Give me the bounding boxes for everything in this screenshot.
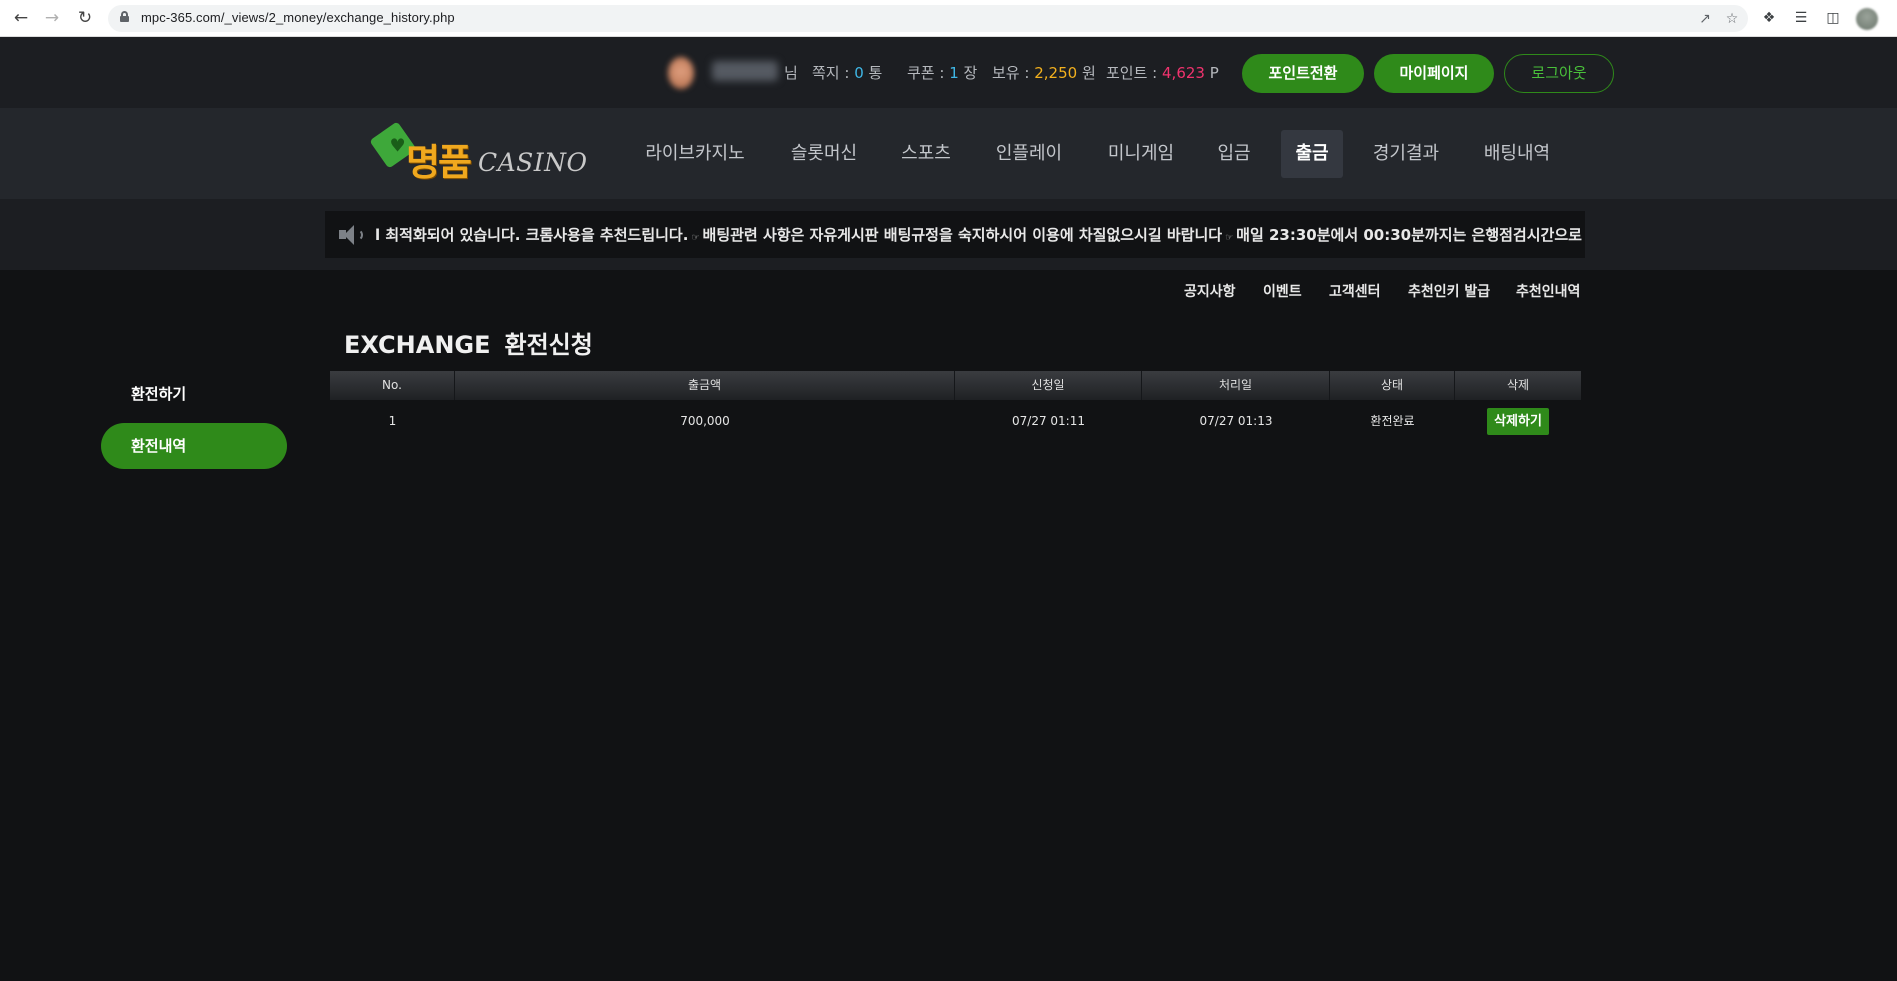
messages-label: 쪽지 : (812, 64, 850, 82)
honorific-text: 님 (784, 64, 798, 82)
nav-withdraw[interactable]: 출금 (1281, 130, 1343, 178)
sidebar-item-exchange[interactable]: 환전하기 (101, 371, 287, 417)
balance-unit: 원 (1081, 64, 1096, 82)
coupon-label: 쿠폰 : (907, 64, 945, 82)
column-header-status: 상태 (1330, 371, 1455, 400)
column-header-requested: 신청일 (955, 371, 1142, 400)
cell-processed: 07/27 01:13 (1199, 414, 1273, 428)
messages-unit: 통 (868, 64, 883, 82)
ticker-message-3: 매일 23:30분에서 00:30분까지는 은행점검시간으로 인해 환전이 (1236, 226, 1585, 244)
balance-value: 2,250 (1034, 64, 1078, 82)
link-support[interactable]: 고객센터 (1329, 281, 1381, 301)
cell-amount: 700,000 (680, 414, 730, 428)
username-blurred (712, 61, 778, 81)
hand-pointer-icon: ☞ (691, 233, 700, 243)
table-row: 1 700,000 07/27 01:11 07/27 01:13 환전완료 삭… (330, 400, 1581, 442)
star-icon[interactable]: ☆ (1722, 9, 1742, 29)
messages-count: 0 (854, 64, 864, 82)
page-title-kr: 환전신청 (504, 331, 593, 359)
user-info-bar: 님 쪽지 : 0 통 쿠폰 : 1 장 보유 : 2,250 원 포인트 : 4… (0, 37, 1897, 108)
points-info: 포인트 : 4,623 P (1106, 62, 1219, 83)
site-logo[interactable]: ♥ 명품 CASINO (369, 116, 590, 188)
nav-slot-machine[interactable]: 슬롯머신 (778, 130, 870, 178)
forward-arrow-icon[interactable]: → (40, 6, 64, 30)
browser-toolbar: ← → ↻ mpc-365.com/_views/2_money/exchang… (0, 0, 1897, 37)
extensions-icon[interactable]: ❖ (1759, 8, 1779, 28)
cell-status: 환전완료 (1370, 414, 1415, 428)
column-header-processed: 처리일 (1142, 371, 1330, 400)
nav-inplay[interactable]: 인플레이 (984, 130, 1074, 178)
notice-ticker-band: l 최적화되어 있습니다. 크롬사용을 추천드립니다. ☞ 배팅관련 사항은 자유게… (0, 199, 1897, 270)
reload-icon[interactable]: ↻ (73, 6, 97, 30)
point-convert-button[interactable]: 포인트전환 (1242, 54, 1364, 93)
nav-minigame[interactable]: 미니게임 (1096, 130, 1186, 178)
link-notice[interactable]: 공지사항 (1184, 281, 1236, 301)
cell-requested: 07/27 01:11 (1012, 414, 1085, 428)
nav-betting-history[interactable]: 배팅내역 (1470, 130, 1564, 178)
page-title-en: EXCHANGE (344, 331, 491, 359)
column-header-delete: 삭제 (1506, 378, 1530, 392)
points-value: 4,623 (1162, 64, 1205, 82)
ticker-message-2: 배팅관련 사항은 자유게시판 배팅규정을 숙지하시어 이용에 차질없으시길 바랍… (702, 226, 1223, 244)
nav-sports[interactable]: 스포츠 (890, 130, 962, 178)
logo-english-text: CASINO (478, 148, 588, 177)
main-navigation: ♥ 명품 CASINO 라이브카지노 슬롯머신 스포츠 인플레이 미니게임 입금… (0, 108, 1897, 199)
user-avatar (668, 57, 694, 89)
coupon-info[interactable]: 쿠폰 : 1 장 (907, 62, 977, 83)
cell-no: 1 (388, 414, 397, 428)
media-list-icon[interactable]: ☰ (1791, 8, 1811, 28)
link-referral-code[interactable]: 추천인키 발급 (1408, 281, 1490, 301)
hand-pointer-icon: ☞ (1225, 233, 1234, 243)
balance-info: 보유 : 2,250 원 (992, 62, 1096, 83)
back-arrow-icon[interactable]: ← (9, 6, 33, 30)
share-icon[interactable]: ↗ (1695, 9, 1715, 29)
exchange-history-table: No. 출금액 신청일 처리일 상태 삭제 1 700,000 07/27 01… (330, 371, 1581, 442)
cell-delete: 삭제하기 (1455, 400, 1581, 442)
points-label: 포인트 : (1106, 64, 1158, 82)
nav-game-results[interactable]: 경기결과 (1362, 130, 1450, 178)
link-referral-list[interactable]: 추천인내역 (1516, 281, 1580, 301)
coupon-count: 1 (949, 64, 959, 82)
page-title: EXCHANGE 환전신청 (344, 325, 593, 360)
lock-icon (120, 11, 129, 22)
column-header-amount: 출금액 (455, 371, 955, 400)
coupon-unit: 장 (963, 64, 978, 82)
column-header-no: No. (330, 371, 455, 400)
table-header: No. 출금액 신청일 처리일 상태 삭제 (330, 371, 1581, 400)
logout-button[interactable]: 로그아웃 (1504, 54, 1614, 93)
logo-korean-text: 명품 (406, 141, 472, 184)
messages-info[interactable]: 쪽지 : 0 통 (812, 62, 882, 83)
nav-deposit[interactable]: 입금 (1206, 130, 1262, 178)
ticker-message-1: l 최적화되어 있습니다. 크롬사용을 추천드립니다. (375, 226, 689, 244)
delete-button[interactable]: 삭제하기 (1487, 408, 1549, 435)
balance-label: 보유 : (992, 64, 1030, 82)
side-panel-icon[interactable]: ◫ (1823, 8, 1843, 28)
link-event[interactable]: 이벤트 (1263, 281, 1302, 301)
speaker-icon (339, 225, 365, 245)
ticker-text: l 최적화되어 있습니다. 크롬사용을 추천드립니다. ☞ 배팅관련 사항은 자유게… (375, 224, 1585, 245)
notice-ticker: l 최적화되어 있습니다. 크롬사용을 추천드립니다. ☞ 배팅관련 사항은 자유게… (325, 211, 1585, 258)
address-bar[interactable]: mpc-365.com/_views/2_money/exchange_hist… (108, 5, 1748, 32)
url-text: mpc-365.com/_views/2_money/exchange_hist… (141, 10, 455, 25)
points-unit: P (1209, 64, 1219, 82)
mypage-button[interactable]: 마이페이지 (1374, 54, 1494, 93)
profile-avatar[interactable] (1856, 8, 1878, 30)
nav-live-casino[interactable]: 라이브카지노 (632, 130, 758, 178)
sidebar-item-exchange-history[interactable]: 환전내역 (101, 423, 287, 469)
